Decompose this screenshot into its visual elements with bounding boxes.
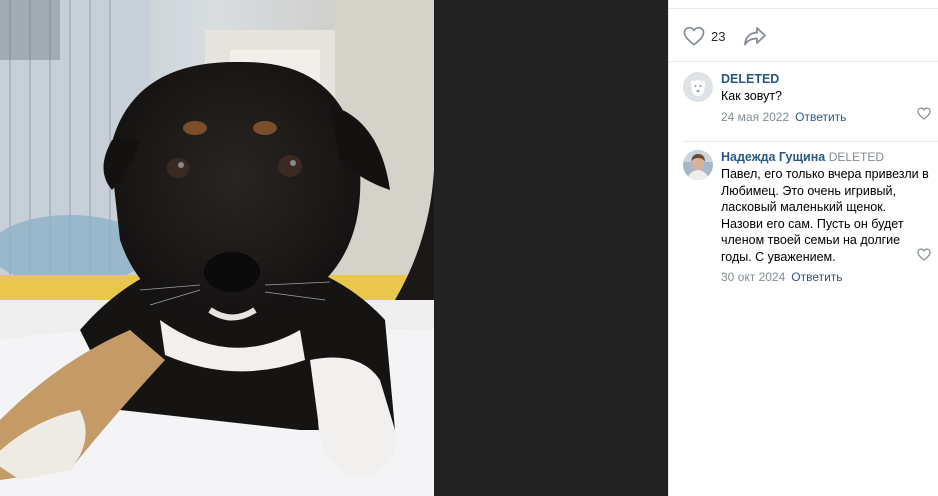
comment-meta: 30 окт 2024 Ответить <box>721 270 931 285</box>
reply-to-name[interactable]: DELETED <box>829 150 884 164</box>
reply-button[interactable]: Ответить <box>791 270 842 284</box>
comment-item: DELETED Как зовут? 24 мая 2022 Ответить <box>683 72 933 127</box>
comment-like-icon[interactable] <box>917 248 931 261</box>
comment-author[interactable]: DELETED <box>721 72 931 87</box>
like-button[interactable]: 23 <box>683 26 725 46</box>
avatar[interactable] <box>683 72 713 102</box>
heart-outline-icon <box>683 26 705 46</box>
top-divider <box>669 8 938 9</box>
comment-author-name[interactable]: Надежда Гущина <box>721 150 825 164</box>
user-photo-avatar <box>683 150 713 180</box>
puppy-photo[interactable] <box>0 0 434 496</box>
actions-divider <box>669 61 938 62</box>
comment-date[interactable]: 30 окт 2024 <box>721 270 785 284</box>
comment-author: Надежда Гущина DELETED <box>721 150 931 165</box>
share-button[interactable] <box>743 26 767 46</box>
comment-body: Надежда Гущина DELETED Павел, его только… <box>721 150 931 285</box>
photo-viewer <box>0 0 668 496</box>
comment-like-icon[interactable] <box>917 107 931 120</box>
comment-date[interactable]: 24 мая 2022 <box>721 110 789 124</box>
reply-button[interactable]: Ответить <box>795 110 846 124</box>
post-sidebar: 23 DELETED Как зовут? 24 мая 2022 Ответи… <box>668 0 938 496</box>
like-count: 23 <box>711 28 726 44</box>
comment-text: Как зовут? <box>721 89 783 103</box>
comment-meta: 24 мая 2022 Ответить <box>721 110 931 125</box>
share-arrow-icon <box>744 27 767 46</box>
comment-item: Надежда Гущина DELETED Павел, его только… <box>683 150 933 284</box>
comment-text: Павел, его только вчера привезли в Любим… <box>721 167 929 264</box>
comment-divider <box>683 141 938 142</box>
post-actions: 23 <box>683 25 767 47</box>
avatar[interactable] <box>683 150 713 180</box>
deleted-user-dog-avatar <box>683 72 713 102</box>
comment-body: DELETED Как зовут? 24 мая 2022 Ответить <box>721 72 931 125</box>
puppy-image <box>0 0 434 496</box>
